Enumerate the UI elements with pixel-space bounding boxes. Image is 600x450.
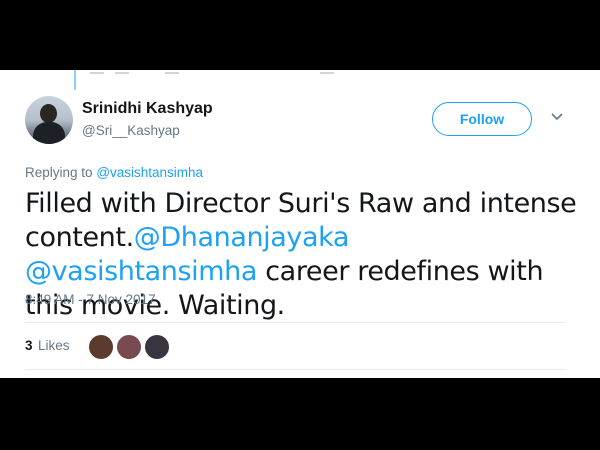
author-avatar[interactable] [25,96,73,144]
previous-tweet-actions [70,70,350,76]
author-handle[interactable]: @Sri__Kashyap [82,123,180,138]
liker-avatar[interactable] [116,334,142,360]
divider-top [25,322,566,323]
avatar-head [40,104,57,123]
likes-count[interactable]: 3 [25,338,33,353]
divider-bottom [25,369,566,370]
tweet-card: Srinidhi Kashyap @Sri__Kashyap Follow Re… [0,70,600,378]
thread-line [74,70,76,90]
liker-avatar[interactable] [144,334,170,360]
author-display-name[interactable]: Srinidhi Kashyap [82,100,213,118]
tweet-timestamp[interactable]: 8:49 AM - 7 Nov 2017 [25,292,156,307]
likes-label[interactable]: Likes [38,338,70,353]
replying-to-line: Replying to @vasishtansimha [25,165,203,180]
chevron-down-icon[interactable] [551,112,563,122]
mention-vasishtansimha[interactable]: @vasishtansimha [25,256,257,287]
mention-dhananjayaka[interactable]: @Dhananjayaka [134,222,350,253]
follow-button[interactable]: Follow [432,102,532,136]
liker-avatar[interactable] [88,334,114,360]
avatar-body [33,122,65,144]
replying-to-mention[interactable]: @vasishtansimha [96,165,203,180]
replying-prefix: Replying to [25,165,93,180]
